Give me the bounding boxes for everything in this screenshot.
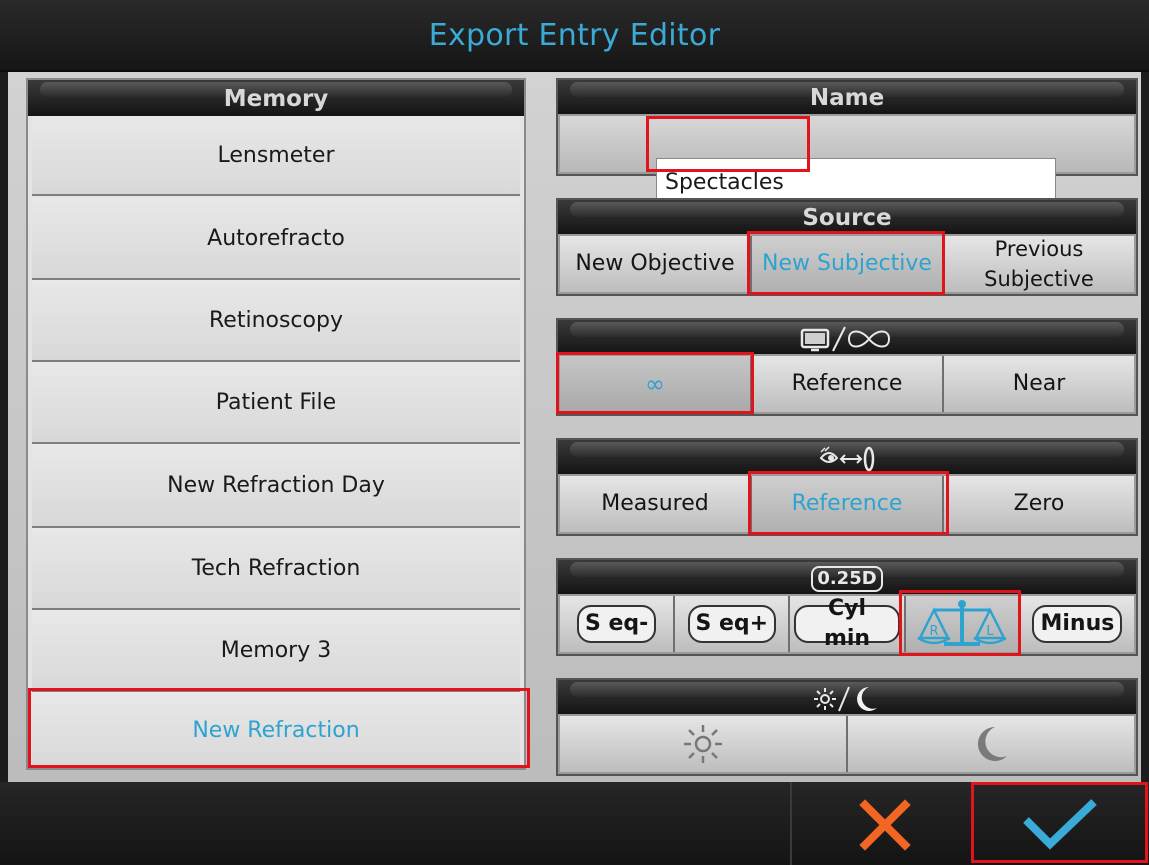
sun-slash-moon-icon — [811, 685, 883, 711]
name-row: Spectacles — [560, 116, 1134, 206]
confirm-button[interactable] — [976, 786, 1144, 862]
lighting-night-button[interactable] — [848, 716, 1134, 772]
balance-r-l-icon: R L — [917, 600, 1007, 646]
window-title: Export Entry Editor — [428, 18, 721, 53]
memory-item-new-refraction-day[interactable]: New Refraction Day — [32, 444, 520, 528]
source-previous-subjective-button[interactable]: Previous Subjective — [944, 236, 1134, 292]
footer-divider — [790, 782, 792, 865]
balance-r-label: R — [930, 624, 939, 639]
s-eq-minus-label: S eq- — [576, 605, 657, 643]
balance-l-label: L — [987, 624, 995, 639]
rounding-options: S eq- S eq+ Cyl min R L Minus — [560, 596, 1135, 652]
vertex-panel: Measured Reference Zero — [556, 438, 1138, 536]
name-panel: Name Spectacles — [556, 78, 1138, 206]
distance-near-button[interactable]: Near — [944, 356, 1134, 412]
memory-item-memory-3[interactable]: Memory 3 — [32, 610, 520, 692]
cancel-button[interactable] — [854, 794, 916, 856]
memory-list: Memory Lensmeter Autorefracto Retinoscop… — [26, 78, 526, 770]
memory-header: Memory — [28, 80, 524, 116]
minus-label: Minus — [1032, 605, 1123, 643]
rounding-header: 0.25D — [558, 560, 1136, 594]
lighting-header — [558, 680, 1136, 714]
rounding-cyl-min-button[interactable]: Cyl min — [790, 596, 904, 652]
source-panel: Source New Objective New Subjective Prev… — [556, 198, 1138, 296]
monitor-slash-infinity-icon — [799, 325, 895, 351]
moon-icon — [977, 726, 1007, 761]
rounding-balance-button[interactable]: R L — [905, 596, 1019, 652]
s-eq-plus-label: S eq+ — [687, 605, 777, 643]
rounding-step-badge: 0.25D — [811, 565, 883, 592]
lighting-panel — [556, 678, 1138, 776]
name-header: Name — [558, 80, 1136, 114]
eye-to-lens-distance-icon — [815, 445, 879, 471]
lighting-day-button[interactable] — [560, 716, 846, 772]
lighting-options — [560, 716, 1134, 772]
distance-reference-button[interactable]: Reference — [752, 356, 942, 412]
distance-panel: ∞ Reference Near — [556, 318, 1138, 416]
distance-header — [558, 320, 1136, 354]
source-new-subjective-button[interactable]: New Subjective — [752, 236, 942, 292]
memory-item-new-refraction[interactable]: New Refraction — [32, 692, 520, 768]
memory-item-patient-file[interactable]: Patient File — [32, 362, 520, 444]
vertex-options: Measured Reference Zero — [560, 476, 1134, 532]
rounding-minus-button[interactable]: Minus — [1020, 596, 1135, 652]
source-new-objective-button[interactable]: New Objective — [560, 236, 750, 292]
distance-options: ∞ Reference Near — [560, 356, 1134, 412]
vertex-reference-button[interactable]: Reference — [752, 476, 942, 532]
sun-icon — [684, 725, 722, 763]
memory-item-retinoscopy[interactable]: Retinoscopy — [32, 280, 520, 362]
close-icon — [859, 799, 911, 851]
title-bar: Export Entry Editor — [0, 0, 1149, 72]
source-options: New Objective New Subjective Previous Su… — [560, 236, 1134, 292]
vertex-header — [558, 440, 1136, 474]
memory-item-autorefracto[interactable]: Autorefracto — [32, 198, 520, 280]
cyl-min-label: Cyl min — [794, 596, 900, 651]
source-header: Source — [558, 200, 1136, 234]
vertex-measured-button[interactable]: Measured — [560, 476, 750, 532]
vertex-zero-button[interactable]: Zero — [944, 476, 1134, 532]
rounding-s-eq-minus-button[interactable]: S eq- — [560, 596, 674, 652]
memory-item-lensmeter[interactable]: Lensmeter — [32, 116, 520, 196]
distance-infinity-button[interactable]: ∞ — [560, 356, 750, 412]
rounding-panel: 0.25D S eq- S eq+ Cyl min R L Minus — [556, 558, 1138, 656]
memory-item-tech-refraction[interactable]: Tech Refraction — [32, 528, 520, 610]
rounding-s-eq-plus-button[interactable]: S eq+ — [675, 596, 789, 652]
checkmark-icon — [1023, 799, 1097, 850]
